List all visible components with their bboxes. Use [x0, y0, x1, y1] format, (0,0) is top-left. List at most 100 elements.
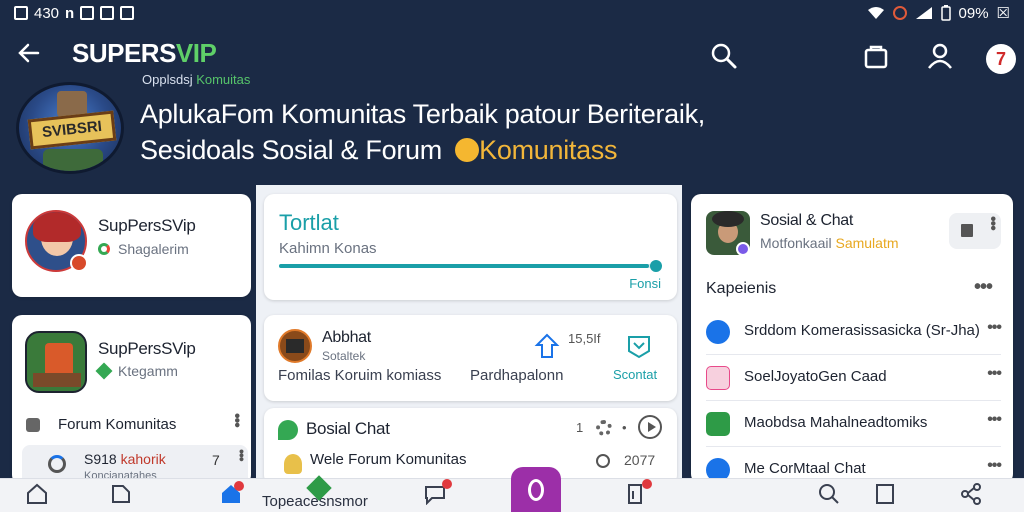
total-progress-track [279, 260, 662, 272]
profile-card-1[interactable]: SupPersSVip Shagalerim [12, 194, 251, 297]
social-chat-badge-icon [736, 242, 750, 256]
list-item-more-icon[interactable]: ••• [987, 457, 1002, 475]
headline-line-2-text: Sesidoals Sosial & Forum [140, 135, 442, 165]
forum-label[interactable]: Forum Komunitas [58, 416, 176, 433]
forum-item-count: 7 [212, 452, 220, 468]
settings-icon[interactable] [596, 420, 612, 436]
total-progress-handle[interactable] [650, 260, 662, 272]
search-icon[interactable] [710, 42, 742, 74]
list-item[interactable]: Maobdsa Mahalneadtomiks ••• [706, 401, 1002, 447]
forum-more-icon[interactable]: ••• [227, 413, 245, 427]
brand-sub-green: Komuitas [196, 72, 251, 87]
share-icon[interactable] [960, 483, 984, 507]
header-actions: 7 [684, 38, 1024, 78]
chat-count: 2077 [624, 452, 656, 468]
list-item-label: Maobdsa Mahalneadtomiks [744, 414, 928, 431]
forum-item-more-icon[interactable]: ••• [234, 449, 250, 461]
create-fab-button[interactable] [511, 467, 561, 512]
contact-icon[interactable] [626, 333, 652, 364]
abbhat-desc-1: Fomilas Koruim komiass [278, 367, 442, 384]
list-item-more-icon[interactable]: ••• [987, 411, 1002, 429]
brand-vip: VIP [175, 38, 217, 68]
social-chat-title: Sosial & Chat [760, 212, 854, 229]
profile-card-2[interactable]: SupPersSVip Ktegamm Forum Komunitas ••• … [12, 315, 251, 485]
brand-name: SUPERS [72, 38, 176, 68]
logo-board: SVIBSRI [27, 110, 117, 150]
social-chat-sub: Motfonkaail Samulatm [760, 235, 899, 251]
brand-sub-text: Opplsdsj [142, 72, 193, 87]
profile-icon[interactable] [926, 42, 958, 74]
forum-item-title: S918 kahorik [84, 451, 166, 467]
brand-subtitle: Opplsdsj Komuitas [142, 72, 250, 87]
list-item-more-icon[interactable]: ••• [987, 365, 1002, 383]
chat-sep: • [622, 420, 627, 435]
social-chat-actions: ••• [949, 213, 1001, 249]
google-icon [98, 243, 110, 255]
chat-react-icon[interactable] [596, 454, 610, 468]
wifi-icon [867, 7, 884, 19]
total-progress-fill [279, 264, 650, 268]
status-time: 430 [34, 4, 60, 22]
note-icon[interactable] [961, 224, 973, 237]
play-button-icon[interactable] [638, 415, 662, 439]
create-icon [528, 479, 544, 501]
profile-name-1: SupPersSVip [98, 216, 196, 235]
headline-highlight: Komunitass [479, 135, 618, 165]
chat-user-avatar [284, 454, 302, 474]
chat-sub: Wele Forum Komunitas [310, 451, 467, 468]
headline-line-2: Sesidoals Sosial & Forum Komunitass [140, 132, 705, 168]
signal-icon [915, 7, 932, 19]
share-up-icon[interactable] [534, 333, 560, 364]
more-vertical-icon[interactable]: ••• [983, 216, 1001, 230]
status-extra: n [65, 4, 75, 22]
headline-line-1: AplukaFom Komunitas Terbaik patour Berit… [140, 99, 705, 129]
app-logo: SVIBSRI [16, 82, 124, 174]
total-link[interactable]: Fonsi [629, 276, 661, 291]
app-header: SUPERSVIP Opplsdsj Komuitas SVIBSRI Aplu… [0, 26, 1024, 196]
chat-card[interactable]: Bosial Chat 1 • Wele Forum Komunitas 207… [264, 408, 677, 485]
bag-icon[interactable] [862, 42, 894, 74]
abbhat-count: 15,5If [568, 331, 601, 346]
square-icon[interactable] [874, 483, 898, 507]
battery-x-icon: ☒ [996, 5, 1010, 22]
edit-icon[interactable] [110, 483, 134, 507]
total-title: Tortlat [279, 210, 339, 235]
app-icon-1 [80, 6, 95, 20]
content-area: SupPersSVip Shagalerim Tortlat Kahimn Ko… [0, 185, 1024, 485]
community-notification-dot [234, 481, 244, 491]
chat-title: Bosial Chat [306, 419, 390, 438]
home-icon[interactable] [26, 483, 50, 507]
chat-icon [278, 420, 298, 440]
forum-item-highlight: kahorik [120, 451, 166, 467]
status-bar: 430 n 09% ☒ [0, 0, 1024, 26]
forum-icon [26, 418, 40, 432]
search-nav-icon[interactable] [818, 483, 842, 507]
abbhat-name: Abbhat [322, 329, 371, 346]
chat-notification-dot [442, 479, 452, 489]
list-item[interactable]: Srddom Komerasissasicka (Sr-Jha) ••• [706, 309, 1002, 355]
list-item-icon [706, 320, 730, 344]
list-item[interactable]: SoelJoyatoGen Caad ••• [706, 355, 1002, 401]
abbhat-card[interactable]: Abbhat Sotaltek Fomilas Koruim komiass P… [264, 315, 677, 401]
list-item-more-icon[interactable]: ••• [987, 319, 1002, 337]
kapeienis-title: Kapeienis [706, 280, 777, 297]
chat-num: 1 [576, 420, 584, 435]
back-arrow-icon[interactable] [16, 40, 44, 68]
app-icon-2 [100, 6, 115, 20]
kapeienis-more-icon[interactable]: ••• [974, 276, 993, 299]
puzzle-icon [95, 362, 113, 380]
profile-sub-1: Shagalerim [118, 241, 189, 257]
abbhat-sub: Sotaltek [322, 349, 366, 363]
bottom-navigation: Topeacesnsmor [0, 467, 1024, 512]
clip-notification-dot [642, 479, 652, 489]
profile-sub-2: Ktegamm [118, 363, 178, 379]
battery-percent: 09% [958, 4, 989, 22]
list-item-label: SoelJoyatoGen Caad [744, 368, 887, 385]
notification-badge[interactable]: 7 [986, 44, 1016, 74]
total-card[interactable]: Tortlat Kahimn Konas Fonsi [264, 194, 677, 300]
list-item-label: Me CorMtaal Chat [744, 460, 866, 477]
list-item-icon [706, 412, 730, 436]
app-icon-3 [120, 6, 135, 20]
social-chat-card: Sosial & Chat Motfonkaail Samulatm ••• K… [691, 194, 1013, 484]
abbhat-link[interactable]: Scontat [613, 367, 657, 382]
